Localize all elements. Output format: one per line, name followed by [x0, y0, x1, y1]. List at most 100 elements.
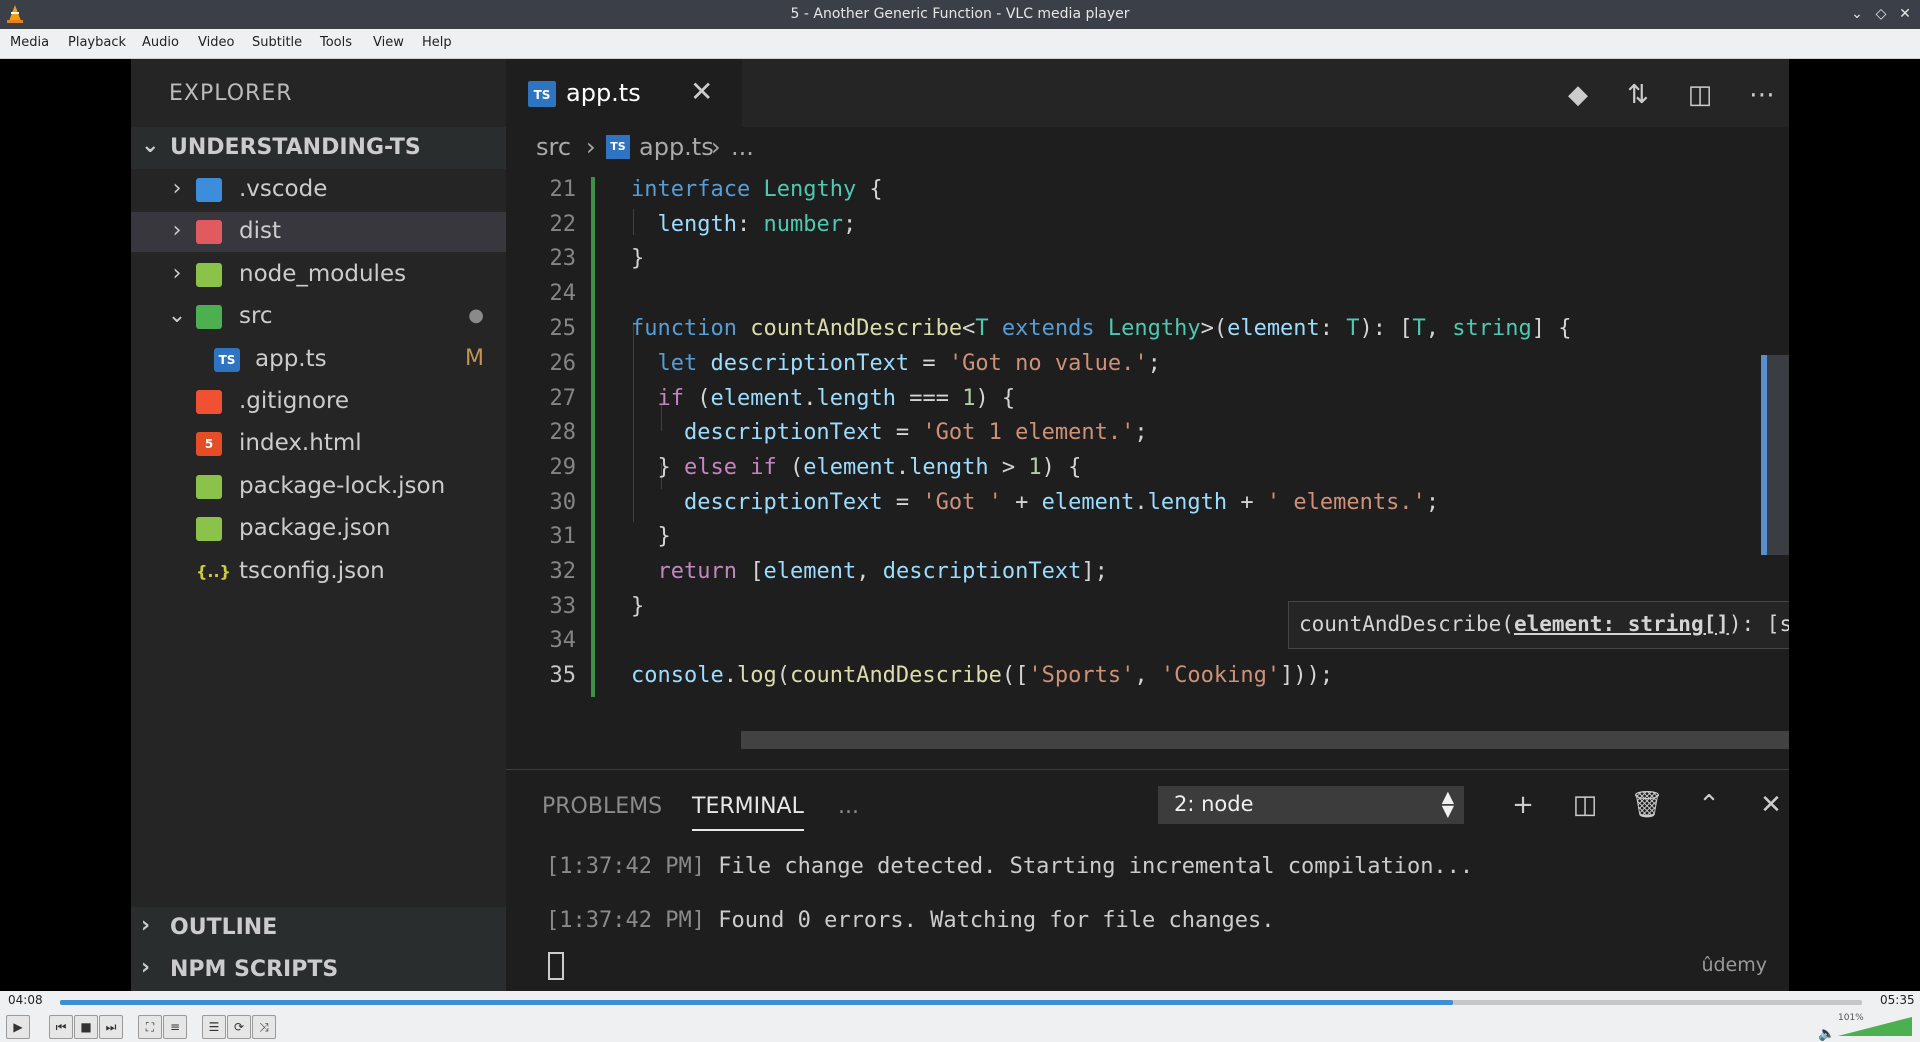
breadcrumb-more: ... [731, 133, 754, 161]
vertical-scrollbar [1761, 355, 1789, 555]
chevron-right-icon: › [172, 218, 182, 243]
hover-prefix: countAndDescribe( [1299, 612, 1514, 636]
line-number: 23 [549, 246, 577, 271]
git-icon [196, 390, 222, 414]
menu-bar: Media Playback Audio Video Subtitle Tool… [0, 29, 1920, 59]
tree-item-label: index.html [239, 430, 362, 456]
seek-bar[interactable] [60, 1000, 1862, 1005]
fullscreen-button[interactable]: ⛶ [138, 1015, 162, 1039]
line-number: 35 [549, 663, 577, 688]
git-change-gutter [591, 177, 595, 697]
nodejs-icon [196, 475, 222, 499]
speaker-icon[interactable]: 🔈 [1818, 1026, 1835, 1042]
menu-subtitle[interactable]: Subtitle [252, 35, 302, 50]
line-number: 27 [549, 386, 577, 411]
next-button[interactable]: ⏭ [99, 1015, 123, 1039]
video-area[interactable]: EXPLORER ⌄ UNDERSTANDING-TS › .vscode › … [0, 59, 1920, 991]
typescript-file-icon: TS [528, 81, 556, 107]
player-controls: 04:08 05:35 ▶ ⏮ ■ ⏭ ⛶ ≡ ☰ ⟳ ⤨ 101% [0, 991, 1920, 1042]
code-line: } [631, 246, 645, 271]
line-number: 29 [549, 455, 577, 480]
play-button[interactable]: ▶ [6, 1015, 30, 1039]
tree-item-label: package-lock.json [239, 473, 446, 499]
tree-item-app-ts: TS app.ts M [131, 340, 506, 380]
tree-item-src: ⌄ src ● [131, 297, 506, 337]
chevron-right-icon: › [586, 133, 596, 161]
line-number: 25 [549, 316, 577, 341]
compare-changes-icon: ⇅ [1627, 80, 1649, 110]
more-tabs-icon: ... [838, 794, 859, 819]
horizontal-scrollbar [741, 731, 1789, 749]
menu-audio[interactable]: Audio [142, 35, 179, 50]
tree-item-index-html: 5 index.html [131, 424, 506, 464]
loop-button[interactable]: ⟳ [227, 1015, 251, 1039]
chevron-right-icon: › [172, 176, 182, 201]
tree-item-label: src [239, 303, 273, 329]
scroll-indicator [1761, 355, 1767, 555]
updown-arrow-icon: ▲ ▼ [1441, 787, 1454, 820]
menu-view[interactable]: View [373, 35, 404, 50]
code-line: } else if (element.length > 1) { [631, 455, 1082, 480]
breadcrumb-src: src [536, 133, 572, 161]
chevron-right-icon: › [172, 261, 182, 286]
more-actions-icon: ⋯ [1749, 80, 1775, 110]
stop-button[interactable]: ■ [74, 1015, 98, 1039]
maximize-icon[interactable]: ◇ [1872, 5, 1890, 23]
tree-item-dist: › dist [131, 212, 506, 252]
typescript-file-icon: TS [214, 348, 240, 372]
tab-app-ts: TS app.ts ✕ [506, 59, 742, 127]
split-terminal-icon: ◫ [1572, 790, 1598, 820]
volume-slider[interactable]: 101% [1838, 1013, 1912, 1037]
explorer-title: EXPLORER [169, 81, 293, 106]
html5-icon: 5 [196, 432, 222, 456]
chevron-up-icon: ⌃ [1698, 790, 1720, 820]
tree-item-label: node_modules [239, 261, 407, 287]
previous-button[interactable]: ⏮ [49, 1015, 73, 1039]
menu-media[interactable]: Media [10, 35, 49, 50]
tab-terminal: TERMINAL [692, 794, 804, 831]
minimize-icon[interactable]: ⌄ [1848, 5, 1866, 23]
signature-hover: countAndDescribe(element: string[]): [st… [1288, 601, 1789, 649]
menu-playback[interactable]: Playback [68, 35, 126, 50]
line-number: 32 [549, 559, 577, 584]
code-line: descriptionText = 'Got 1 element.'; [683, 420, 1148, 445]
playlist-button[interactable]: ☰ [202, 1015, 226, 1039]
outline-section: › OUTLINE [131, 907, 506, 949]
menu-help[interactable]: Help [422, 35, 452, 50]
total-time: 05:35 [1880, 993, 1915, 1007]
vscode-folder-icon [196, 178, 222, 202]
modified-dot: ● [468, 305, 484, 326]
terminal-select: 2: node ▲ ▼ [1158, 786, 1464, 824]
chevron-right-icon: › [141, 955, 151, 980]
hover-param: element: string[] [1513, 612, 1729, 636]
code-line: length: number; [657, 212, 857, 237]
terminal-select-value: 2: node [1174, 792, 1254, 816]
tab-problems: PROBLEMS [542, 794, 663, 819]
extended-settings-button[interactable]: ≡ [163, 1015, 187, 1039]
terminal-line: [1:37:42 PM] File change detected. Start… [546, 854, 1473, 879]
line-number: 21 [549, 177, 577, 202]
trash-icon: 🗑 [1630, 790, 1664, 820]
code-line: interface Lengthy { [631, 177, 883, 202]
menu-video[interactable]: Video [198, 35, 234, 50]
terminal-text: Found 0 errors. Watching for file change… [704, 908, 1275, 933]
code-line: console.log(countAndDescribe(['Sports', … [631, 663, 1334, 688]
vscode-screen: EXPLORER ⌄ UNDERSTANDING-TS › .vscode › … [131, 59, 1789, 991]
tree-item-label: .vscode [239, 176, 328, 202]
tree-item-package-lock: package-lock.json [131, 467, 506, 507]
line-number: 28 [549, 420, 577, 445]
seek-progress [60, 1000, 1454, 1005]
elapsed-time: 04:08 [8, 993, 43, 1007]
shuffle-button[interactable]: ⤨ [252, 1015, 276, 1039]
npm-scripts-section: › NPM SCRIPTS [131, 949, 506, 991]
code-line: descriptionText = 'Got ' + element.lengt… [683, 490, 1440, 515]
code-line: function countAndDescribe<T extends Leng… [631, 316, 1572, 341]
breadcrumb: src › TS app.ts › ... [506, 127, 1789, 167]
bottom-panel: PROBLEMS TERMINAL ... 2: node ▲ ▼ + ◫ 🗑 ⌃… [506, 769, 1789, 991]
nodejs-icon [196, 517, 222, 541]
tree-item-label: .gitignore [239, 388, 350, 414]
terminal-timestamp: [1:37:42 PM] [546, 854, 705, 879]
chevron-down-icon: ⌄ [141, 133, 160, 158]
menu-tools[interactable]: Tools [320, 35, 352, 50]
close-window-icon[interactable]: ✕ [1896, 5, 1914, 23]
